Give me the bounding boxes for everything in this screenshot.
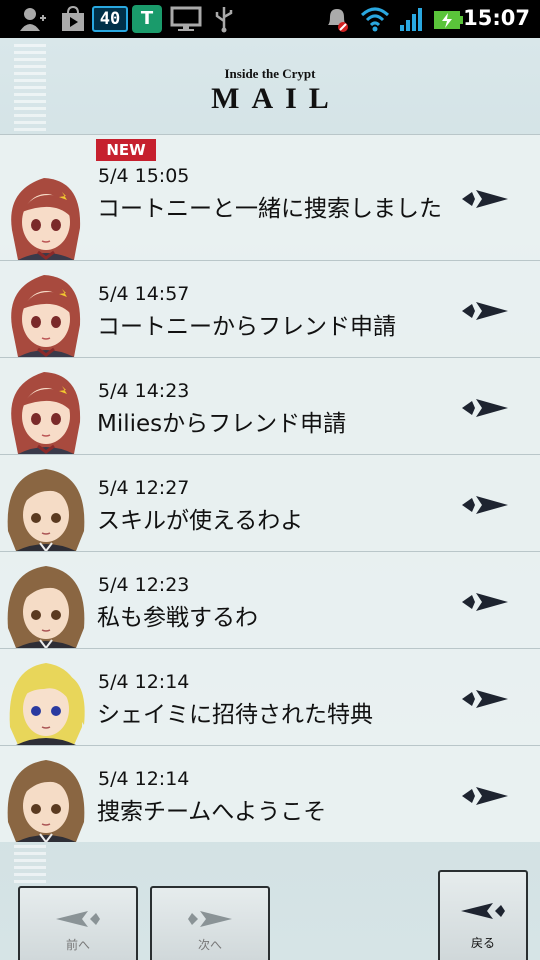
mail-item[interactable]: 5/4 12:14 捜索チームへようこそ bbox=[0, 745, 540, 842]
mail-subject: 捜索チームへようこそ bbox=[97, 799, 327, 825]
mail-item[interactable]: 5/4 14:23 Miliesからフレンド申請 bbox=[0, 357, 540, 454]
decorative-stripes-bottom bbox=[14, 845, 46, 885]
usb-icon bbox=[215, 7, 233, 33]
battery-charging-icon bbox=[434, 11, 463, 29]
monitor-icon bbox=[170, 6, 202, 31]
open-arrow-icon bbox=[462, 302, 508, 320]
back-arrow-icon bbox=[461, 903, 505, 919]
signal-icon bbox=[400, 8, 422, 31]
brown-hair-avatar-icon bbox=[7, 566, 85, 648]
open-arrow-icon bbox=[462, 787, 508, 805]
mail-item[interactable]: 5/4 12:23 私も参戦するわ bbox=[0, 551, 540, 648]
mail-subject: 私も参戦するわ bbox=[97, 605, 258, 631]
mail-subject: コートニーからフレンド申請 bbox=[97, 314, 396, 340]
blonde-avatar-icon bbox=[9, 663, 85, 745]
mail-item[interactable]: 5/4 14:57 コートニーからフレンド申請 bbox=[0, 260, 540, 357]
mail-time: 5/4 14:57 bbox=[98, 283, 190, 305]
back-label: 戻る bbox=[470, 936, 495, 950]
mail-time: 5/4 14:23 bbox=[98, 380, 190, 402]
mail-subject: スキルが使えるわよ bbox=[97, 508, 304, 534]
wifi-icon bbox=[360, 7, 390, 32]
brown-hair-avatar-icon bbox=[7, 760, 85, 842]
shield-app-icon: T bbox=[132, 5, 162, 33]
battery-badge-icon: 40 bbox=[92, 6, 128, 32]
page-title: MAIL bbox=[211, 82, 341, 115]
next-label: 次へ bbox=[197, 938, 222, 952]
open-arrow-icon bbox=[462, 496, 508, 514]
mail-time: 5/4 12:23 bbox=[98, 574, 190, 596]
open-arrow-icon bbox=[462, 593, 508, 611]
mail-time: 5/4 12:14 bbox=[98, 671, 190, 693]
mail-time: 5/4 12:14 bbox=[98, 768, 190, 790]
mail-subject: シェイミに招待された特典 bbox=[97, 702, 373, 728]
mail-list: NEW 5/4 15:05 コートニーと一緒に捜索しました 5/4 14:57 … bbox=[0, 134, 540, 842]
next-page-button[interactable]: 次へ bbox=[150, 886, 270, 960]
add-contact-icon bbox=[20, 8, 46, 31]
open-arrow-icon bbox=[462, 399, 508, 417]
shopping-bag-icon bbox=[62, 5, 84, 31]
status-time: 15:07 bbox=[463, 6, 530, 30]
brown-hair-avatar-icon bbox=[7, 469, 85, 551]
courtney-avatar-icon bbox=[11, 275, 81, 357]
new-badge: NEW bbox=[96, 139, 156, 161]
courtney-avatar-icon bbox=[11, 178, 81, 260]
mail-time: 5/4 12:27 bbox=[98, 477, 190, 499]
open-arrow-icon bbox=[462, 190, 508, 208]
mail-header: Inside the Crypt MAIL bbox=[0, 38, 540, 134]
prev-page-button[interactable]: 前へ bbox=[18, 886, 138, 960]
mail-item[interactable]: 5/4 12:27 スキルが使えるわよ bbox=[0, 454, 540, 551]
prev-label: 前へ bbox=[65, 938, 90, 952]
header-subtitle: Inside the Crypt bbox=[224, 66, 316, 81]
mail-subject: Miliesからフレンド申請 bbox=[97, 411, 347, 437]
courtney-avatar-icon bbox=[11, 372, 81, 454]
notification-muted-icon bbox=[328, 9, 348, 32]
mail-item[interactable]: NEW 5/4 15:05 コートニーと一緒に捜索しました bbox=[0, 134, 540, 260]
back-button[interactable]: 戻る bbox=[438, 870, 528, 960]
mail-subject: コートニーと一緒に捜索しました bbox=[97, 196, 442, 222]
prev-arrow-icon bbox=[56, 911, 100, 927]
mail-time: 5/4 15:05 bbox=[98, 165, 190, 187]
open-arrow-icon bbox=[462, 690, 508, 708]
status-bar: 40 T 15:07 bbox=[0, 0, 540, 38]
next-arrow-icon bbox=[188, 911, 232, 927]
mail-item[interactable]: 5/4 12:14 シェイミに招待された特典 bbox=[0, 648, 540, 745]
